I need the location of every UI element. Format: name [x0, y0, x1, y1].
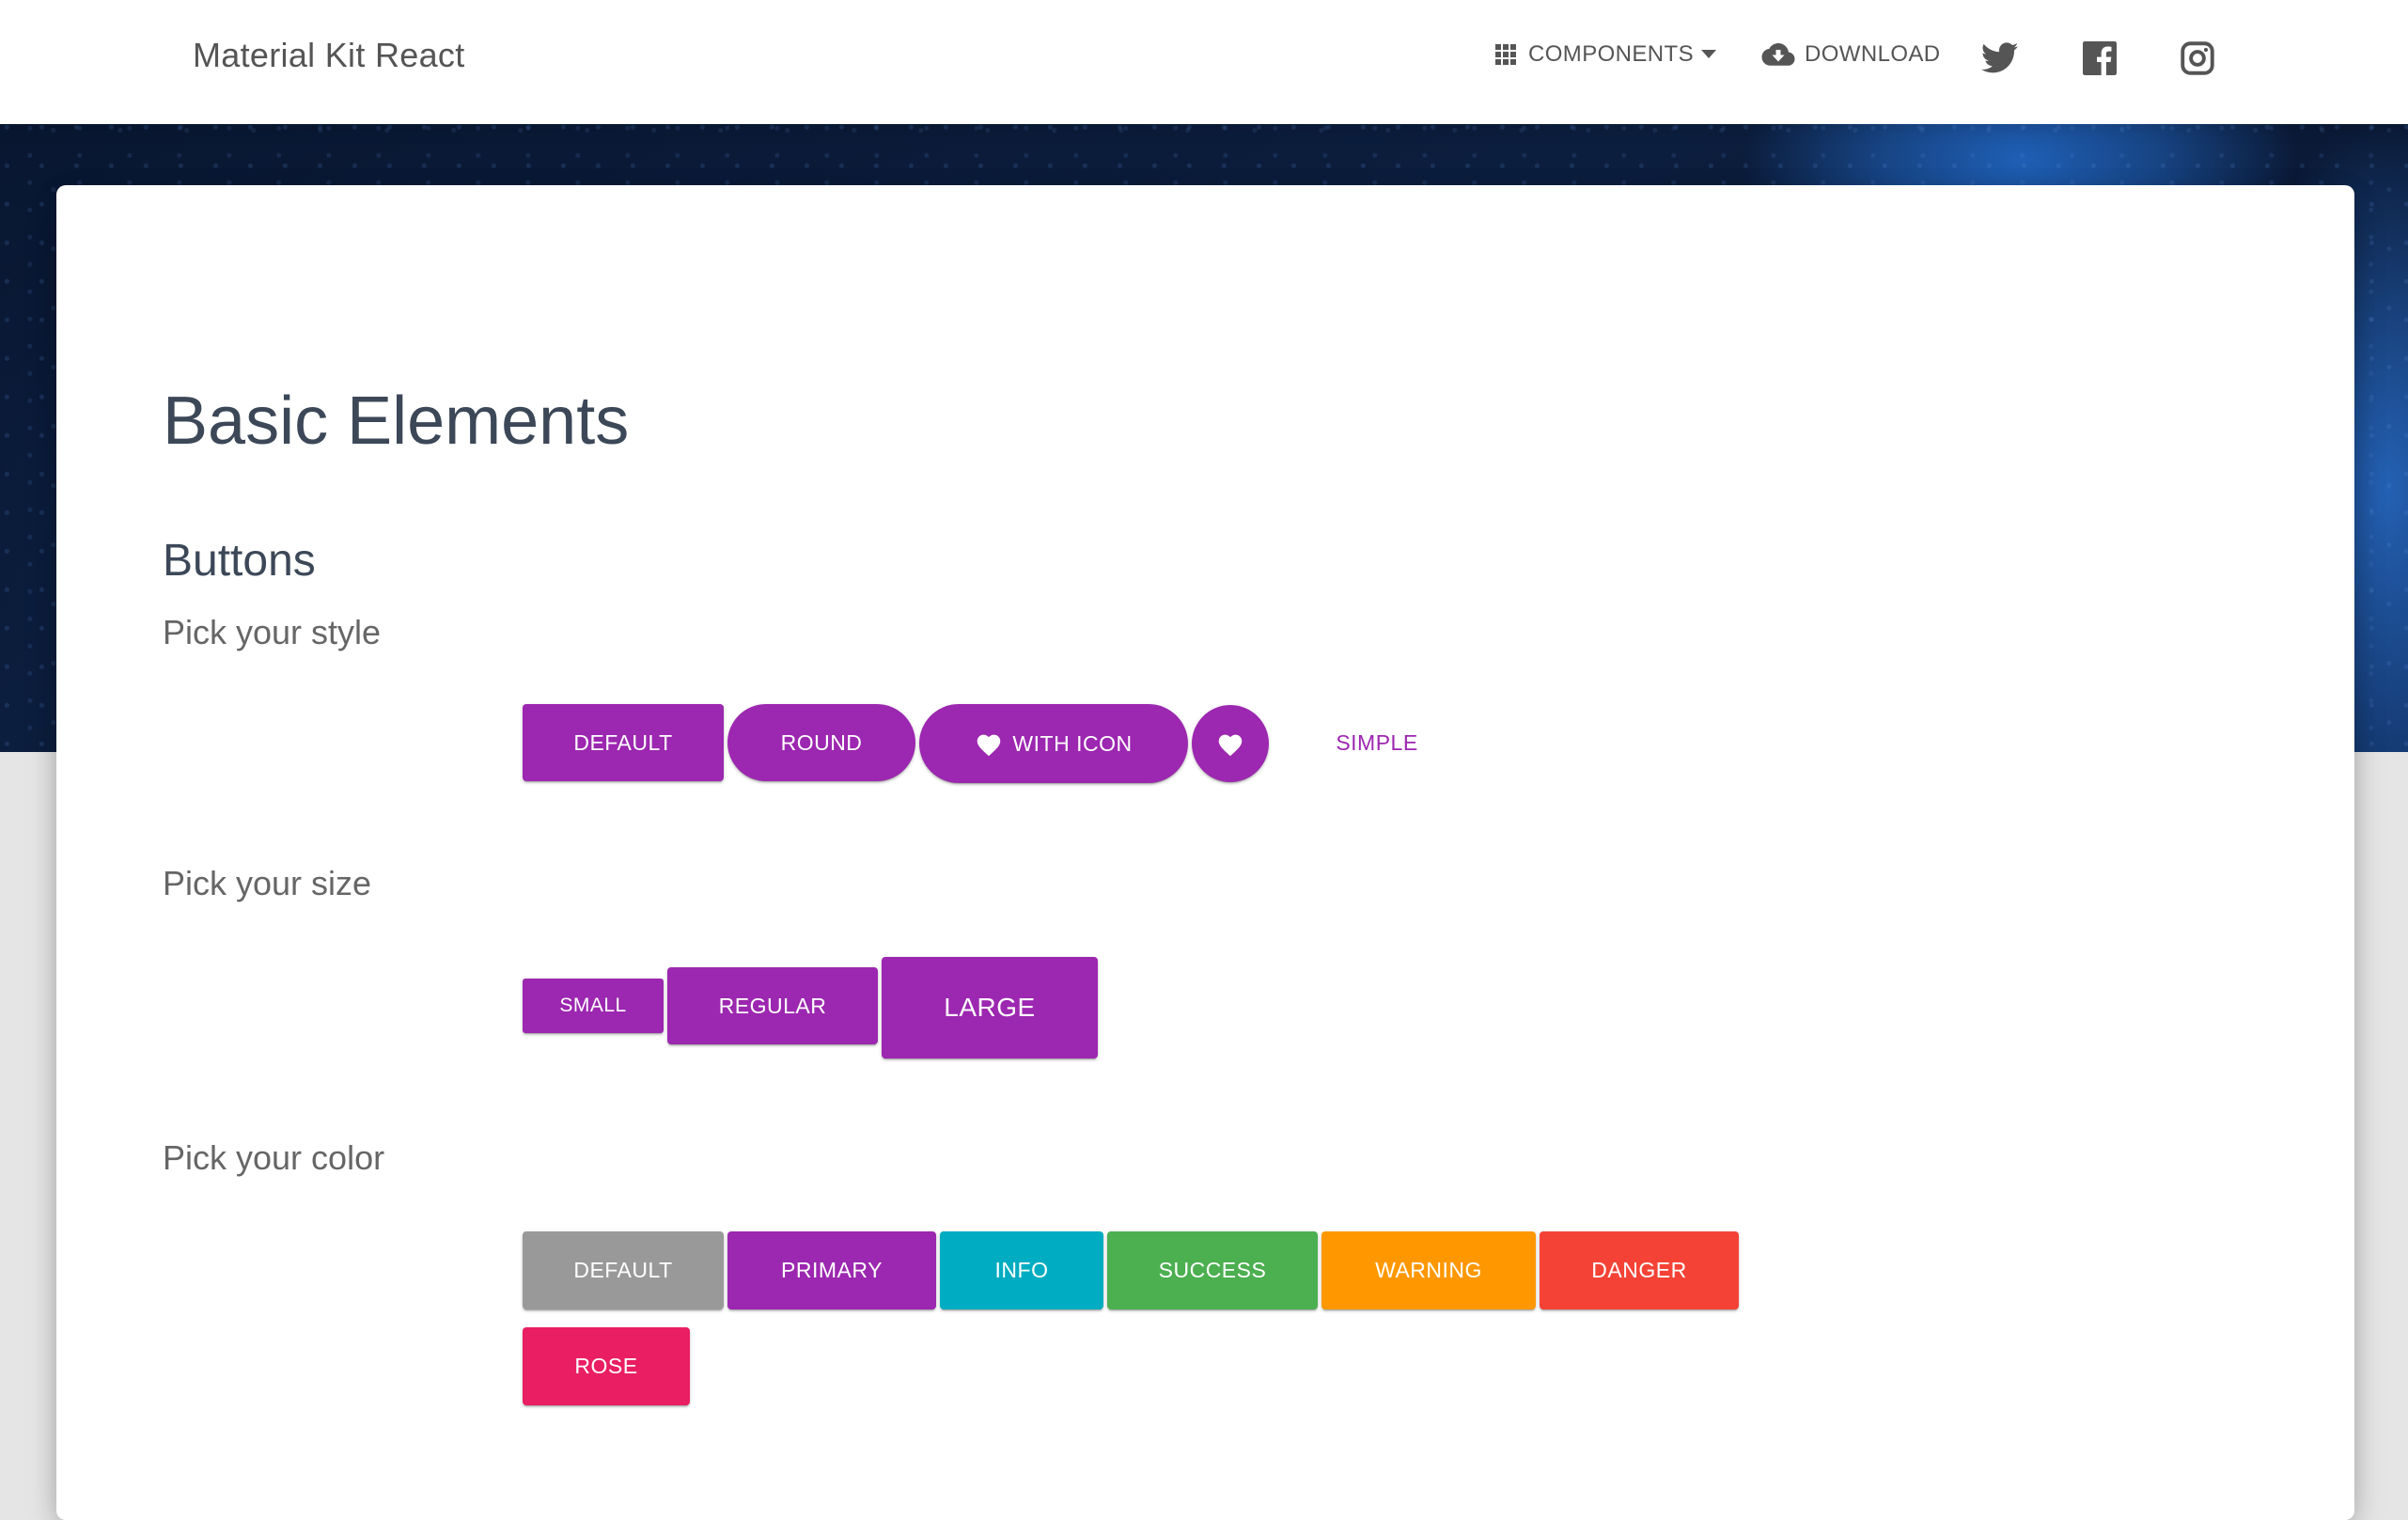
small-button-label: SMALL [559, 995, 627, 1016]
instagram-icon [2181, 41, 2214, 75]
instagram-link[interactable] [2177, 38, 2218, 79]
regular-button[interactable]: REGULAR [667, 967, 878, 1044]
color-success-button[interactable]: SUCCESS [1107, 1231, 1318, 1309]
heart-icon-button[interactable] [1192, 705, 1269, 782]
twitter-icon [1981, 42, 2019, 74]
round-button-label: ROUND [780, 729, 863, 755]
color-warning-button[interactable]: WARNING [1321, 1231, 1536, 1309]
facebook-icon [2083, 41, 2117, 75]
default-button[interactable]: DEFAULT [523, 704, 724, 781]
cloud-download-icon [1761, 42, 1795, 67]
small-button[interactable]: SMALL [523, 979, 664, 1033]
download-label: DOWNLOAD [1805, 41, 1941, 67]
large-button[interactable]: LARGE [882, 957, 1098, 1058]
heading-pick-style: Pick your style [163, 613, 382, 651]
default-button-label: DEFAULT [573, 729, 673, 755]
with-icon-button[interactable]: WITH ICON [919, 704, 1188, 783]
simple-button-label: SIMPLE [1336, 729, 1418, 755]
color-warning-label: WARNING [1375, 1258, 1482, 1282]
download-link[interactable]: DOWNLOAD [1761, 41, 1941, 68]
color-primary-button[interactable]: PRIMARY [727, 1231, 936, 1309]
color-info-button[interactable]: INFO [940, 1231, 1103, 1309]
color-rose-button[interactable]: ROSE [523, 1327, 690, 1405]
nav-links: COMPONENTS DOWNLOAD [0, 0, 2408, 124]
components-label: COMPONENTS [1528, 41, 1695, 67]
color-danger-label: DANGER [1591, 1258, 1687, 1282]
section-title-buttons: Buttons [163, 536, 316, 586]
color-primary-label: PRIMARY [781, 1258, 883, 1282]
heart-icon [975, 731, 1003, 757]
color-success-label: SUCCESS [1158, 1258, 1267, 1282]
color-default-label: DEFAULT [573, 1258, 673, 1282]
top-navbar: Material Kit React COMPONENTS DOWNLOAD [0, 0, 2408, 124]
color-rose-label: ROSE [574, 1354, 638, 1378]
large-button-label: LARGE [944, 993, 1036, 1022]
color-danger-button[interactable]: DANGER [1540, 1231, 1739, 1309]
simple-button[interactable]: SIMPLE [1306, 704, 1447, 781]
heart-icon [1216, 731, 1244, 757]
heading-pick-size: Pick your size [163, 864, 372, 902]
content-card: Basic Elements Buttons Pick your style D… [56, 185, 2354, 1520]
round-button[interactable]: ROUND [727, 704, 915, 781]
heading-pick-color: Pick your color [163, 1138, 385, 1177]
components-dropdown[interactable]: COMPONENTS [1494, 41, 1717, 68]
color-info-label: INFO [994, 1258, 1049, 1282]
caret-down-icon [1701, 50, 1717, 59]
twitter-link[interactable] [1979, 38, 2021, 79]
regular-button-label: REGULAR [718, 993, 827, 1018]
color-default-button[interactable]: DEFAULT [523, 1231, 724, 1309]
facebook-link[interactable] [2079, 38, 2120, 79]
apps-icon [1494, 43, 1517, 66]
with-icon-button-label: WITH ICON [1012, 730, 1133, 756]
page-title: Basic Elements [163, 384, 630, 459]
